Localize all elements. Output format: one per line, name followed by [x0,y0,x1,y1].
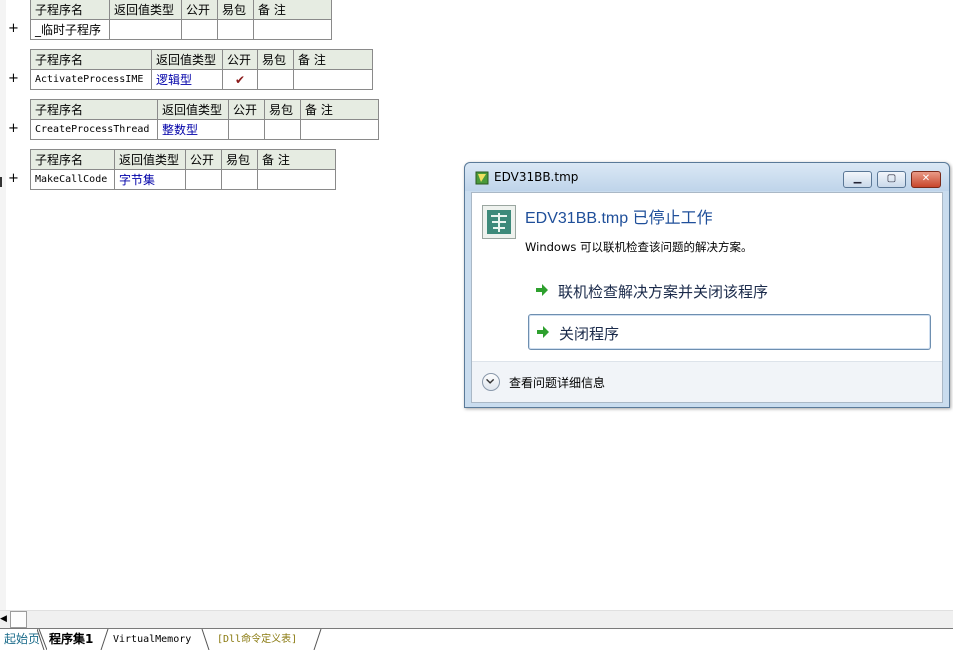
header-return-type: 返回值类型 [109,0,182,20]
dialog-heading: EDV31BB.tmp 已停止工作 [525,210,713,227]
scroll-left-icon[interactable]: ◀ [0,612,10,627]
cell-return-type[interactable]: 字节集 [114,169,186,190]
dialog-content: EDV31BB.tmp 已停止工作 Windows 可以联机检查该问题的解决方案… [471,192,943,403]
close-program-label: 关闭程序 [559,325,620,343]
minimize-button[interactable]: ▁ [843,171,872,188]
cell-return-type[interactable] [109,19,182,40]
header-name: 子程序名 [30,149,115,170]
header-return-type: 返回值类型 [157,99,229,120]
header-note: 备 注 [300,99,379,120]
header-easy-pkg: 易包 [264,99,301,120]
expand-toggle[interactable]: + [8,22,19,35]
header-name: 子程序名 [30,0,110,20]
header-public: 公开 [228,99,265,120]
table-header-row: 子程序名 返回值类型 公开 易包 备 注 [30,99,379,120]
dialog-description: Windows 可以联机检查该问题的解决方案。 [525,240,753,254]
dialog-title: EDV31BB.tmp [494,170,579,184]
expand-toggle[interactable]: + [8,72,19,85]
header-name: 子程序名 [30,99,158,120]
cell-easy-pkg[interactable] [264,119,301,140]
table-header-row: 子程序名 返回值类型 公开 易包 备 注 [30,49,373,70]
close-program-option[interactable]: 关闭程序 [528,314,931,350]
header-easy-pkg: 易包 [221,149,258,170]
expand-details-button[interactable] [482,373,500,391]
green-arrow-icon [537,326,549,338]
subroutine-table: 子程序名 返回值类型 公开 易包 备 注 MakeCallCode 字节集 [30,149,336,190]
tab-separator-icon [313,629,322,650]
header-note: 备 注 [257,149,336,170]
tab-dll-commands[interactable]: [Dll命令定义表] [213,630,301,650]
cell-note[interactable] [257,169,336,190]
check-online-option[interactable]: 联机检查解决方案并关闭该程序 [528,273,931,309]
header-note: 备 注 [293,49,373,70]
table-row[interactable]: MakeCallCode 字节集 [30,169,336,190]
scrollbar-thumb[interactable] [10,611,27,628]
dialog-titlebar[interactable]: EDV31BB.tmp ▁ ▢ ✕ [465,163,949,191]
cell-name[interactable]: _临时子程序 [30,19,110,40]
cell-name[interactable]: ActivateProcessIME [30,69,152,90]
cell-return-type[interactable]: 逻辑型 [151,69,223,90]
subroutine-table: 子程序名 返回值类型 公开 易包 备 注 ActivateProcessIME … [30,49,373,90]
header-return-type: 返回值类型 [151,49,223,70]
table-row[interactable]: ActivateProcessIME 逻辑型 ✔ [30,69,373,90]
table-row[interactable]: CreateProcessThread 整数型 [30,119,379,140]
view-details-link[interactable]: 查看问题详细信息 [509,374,605,391]
application-icon [482,205,516,239]
cell-note[interactable] [293,69,373,90]
header-public: 公开 [185,149,222,170]
subroutine-table: 子程序名 返回值类型 公开 易包 备 注 _临时子程序 [30,0,332,40]
header-easy-pkg: 易包 [257,49,294,70]
cell-name[interactable]: MakeCallCode [30,169,115,190]
header-easy-pkg: 易包 [217,0,254,20]
cell-easy-pkg[interactable] [221,169,258,190]
cell-note[interactable] [253,19,332,40]
table-header-row: 子程序名 返回值类型 公开 易包 备 注 [30,149,336,170]
green-arrow-icon [536,284,548,296]
cell-public[interactable] [228,119,265,140]
cell-public[interactable] [185,169,222,190]
tab-separator-icon [201,629,210,650]
text-cursor [0,177,4,187]
tab-program-set-1[interactable]: 程序集1 [45,630,97,650]
table-header-row: 子程序名 返回值类型 公开 易包 备 注 [30,0,332,20]
cell-easy-pkg[interactable] [217,19,254,40]
maximize-button[interactable]: ▢ [877,171,906,188]
header-public: 公开 [222,49,258,70]
table-row[interactable]: _临时子程序 [30,19,332,40]
crash-dialog: EDV31BB.tmp ▁ ▢ ✕ EDV31BB.tmp 已停止工作 Wind… [464,162,950,408]
horizontal-scrollbar[interactable]: ◀ [0,610,953,628]
tab-virtual-memory[interactable]: VirtualMemory [109,630,195,650]
expand-toggle[interactable]: + [8,172,19,185]
chevron-down-icon [486,378,495,384]
cell-note[interactable] [300,119,379,140]
document-tabbar: 起始页 程序集1 VirtualMemory [Dll命令定义表] [0,628,953,652]
editor-gutter [0,0,6,610]
dialog-footer: 查看问题详细信息 [472,361,942,402]
app-icon [475,171,489,185]
close-button[interactable]: ✕ [911,171,941,188]
subroutine-table: 子程序名 返回值类型 公开 易包 备 注 CreateProcessThread… [30,99,379,140]
header-return-type: 返回值类型 [114,149,186,170]
cell-easy-pkg[interactable] [257,69,294,90]
cell-name[interactable]: CreateProcessThread [30,119,158,140]
cell-public[interactable] [181,19,218,40]
header-name: 子程序名 [30,49,152,70]
cell-return-type[interactable]: 整数型 [157,119,229,140]
check-icon[interactable]: ✔ [222,69,258,90]
expand-toggle[interactable]: + [8,122,19,135]
header-public: 公开 [181,0,218,20]
check-online-label: 联机检查解决方案并关闭该程序 [558,283,769,301]
header-note: 备 注 [253,0,332,20]
